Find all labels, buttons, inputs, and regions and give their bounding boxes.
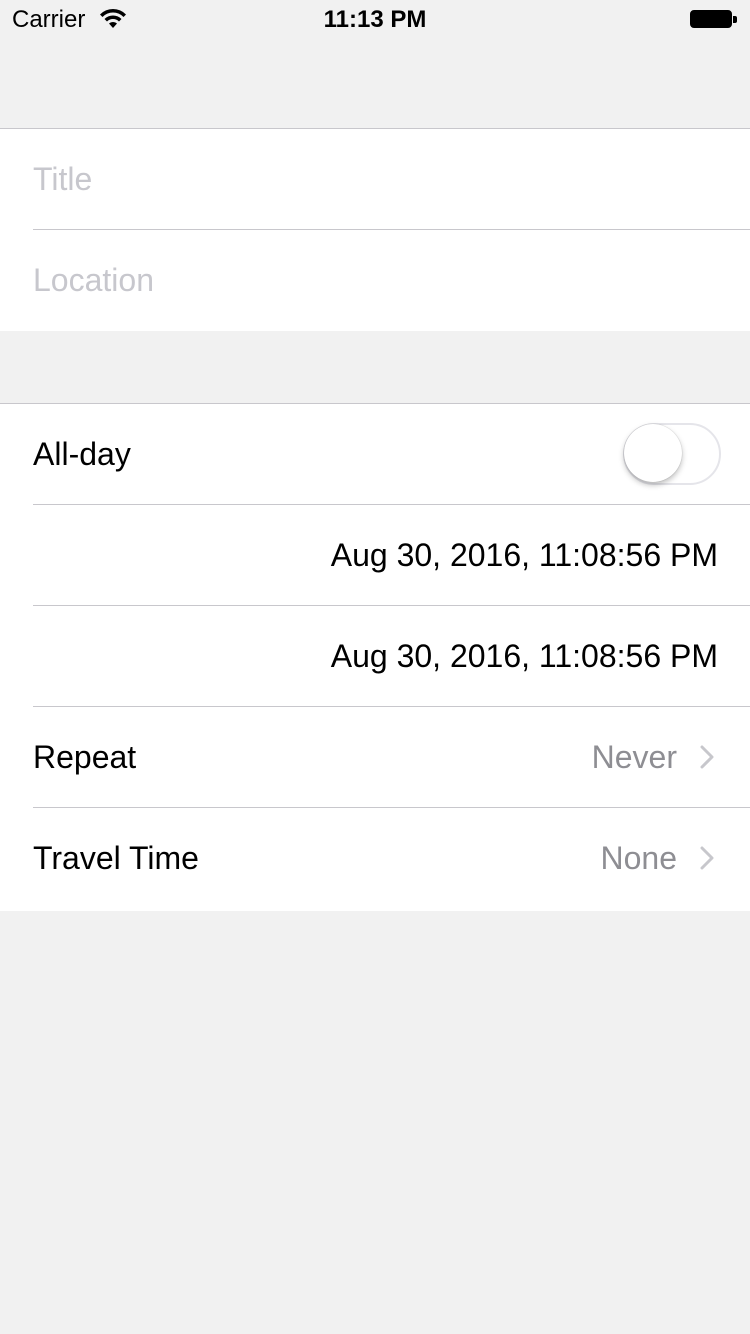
all-day-toggle[interactable] [623, 423, 721, 485]
date-options-group: All-day Aug 30, 2016, 11:08:56 PM Aug 30… [0, 403, 750, 912]
navigation-bar [0, 40, 750, 128]
all-day-label: All-day [33, 436, 131, 472]
start-date-row[interactable]: Aug 30, 2016, 11:08:56 PM [0, 505, 750, 606]
chevron-right-icon [700, 846, 714, 870]
chevron-right-icon [700, 745, 714, 769]
travel-time-row[interactable]: Travel Time None [0, 808, 750, 909]
title-row[interactable] [0, 129, 750, 230]
end-date-row[interactable]: Aug 30, 2016, 11:08:56 PM [0, 606, 750, 707]
end-date-value[interactable]: Aug 30, 2016, 11:08:56 PM [331, 606, 718, 707]
travel-time-label: Travel Time [33, 840, 199, 876]
repeat-value: Never [591, 739, 677, 775]
status-bar: Carrier 11:13 PM [0, 0, 750, 40]
start-date-value[interactable]: Aug 30, 2016, 11:08:56 PM [331, 505, 718, 606]
travel-time-value: None [600, 840, 678, 876]
bottom-background [0, 911, 750, 1334]
title-input[interactable] [33, 129, 730, 229]
section-spacer [0, 331, 750, 403]
title-location-group [0, 128, 750, 332]
battery-icon [690, 10, 738, 30]
repeat-label: Repeat [33, 739, 137, 775]
location-row[interactable] [0, 230, 750, 331]
all-day-row: All-day [0, 404, 750, 505]
repeat-row[interactable]: Repeat Never [0, 707, 750, 808]
toggle-knob [624, 424, 682, 482]
status-time: 11:13 PM [323, 6, 427, 33]
location-input[interactable] [33, 230, 730, 330]
